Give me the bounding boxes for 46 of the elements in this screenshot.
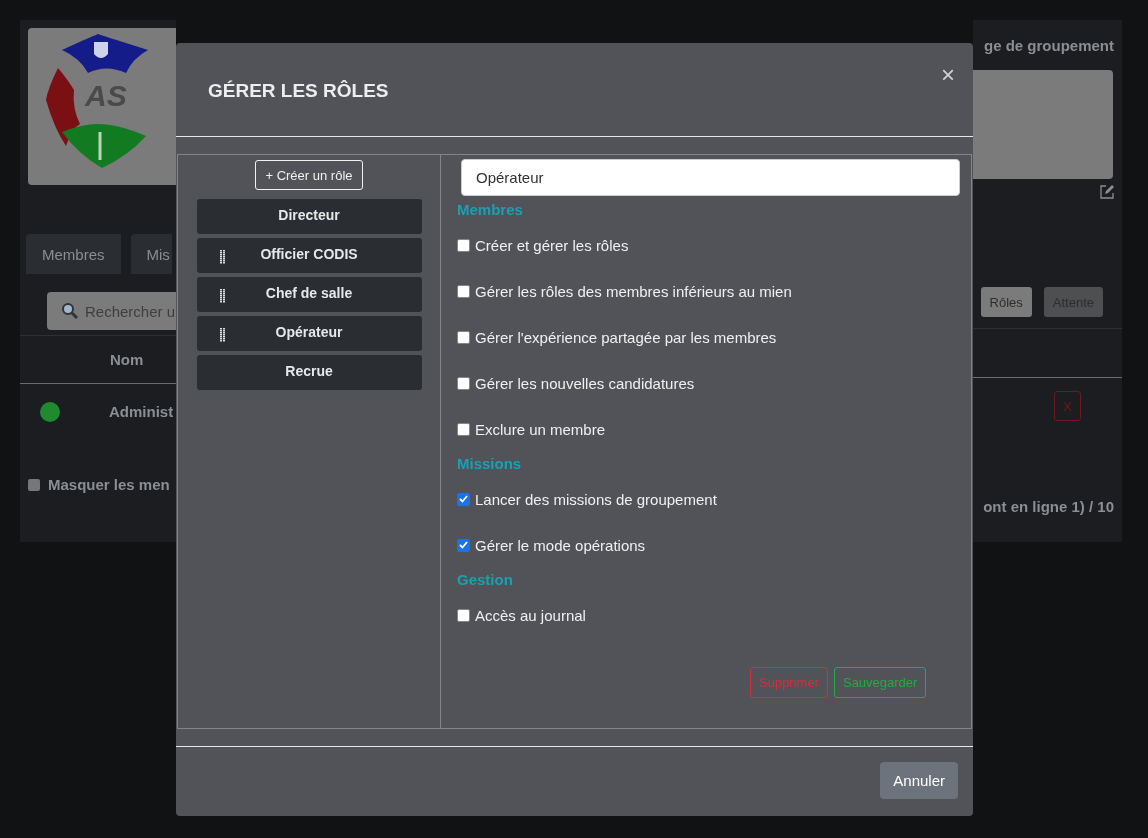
checkbox[interactable] [457, 284, 470, 298]
permission-label: Lancer des missions de groupement [475, 490, 717, 508]
checkbox[interactable] [457, 422, 470, 436]
tab[interactable]: Mis [130, 234, 172, 274]
search-icon [61, 302, 79, 320]
message-field[interactable] [973, 70, 1113, 179]
permission-label: Accès au journal [475, 606, 586, 624]
tab[interactable]: Membres [26, 234, 121, 274]
column-header: Nom [109, 350, 145, 370]
close-button[interactable]: × [941, 62, 955, 87]
checkbox[interactable] [457, 376, 470, 390]
member-count: ont en ligne 1) / 10 [983, 498, 1114, 515]
permission-label: Créer et gérer les rôles [475, 236, 629, 254]
modal-title: GÉRER LES RÔLES [208, 79, 389, 102]
section-heading: Missions [457, 454, 523, 474]
member-name: Administ [109, 403, 174, 420]
checkbox[interactable] [457, 608, 470, 622]
role-name-field[interactable]: Opérateur [461, 159, 960, 196]
checkbox[interactable] [457, 538, 470, 552]
edit-icon[interactable] [1100, 185, 1114, 199]
role-item[interactable]: Opérateur [196, 316, 422, 351]
section-heading: Gestion [457, 570, 514, 590]
section-heading: Membres [457, 200, 524, 220]
filter-button[interactable]: Rôles [980, 287, 1032, 317]
permission-label: Gérer les nouvelles candidatures [475, 374, 695, 392]
role-item[interactable]: Recrue [196, 355, 422, 390]
checkbox-label: Masquer les men [48, 476, 170, 493]
role-item[interactable]: Chef de salle [196, 277, 422, 312]
permission-label: Gérer l'expérience partagée par les membres [475, 328, 777, 346]
permission-label: Exclure un membre [475, 420, 606, 438]
checkbox[interactable] [457, 330, 470, 344]
role-item[interactable]: Officier CODIS [196, 238, 422, 273]
checkbox[interactable] [28, 478, 40, 491]
drag-handle-icon[interactable] [219, 250, 225, 264]
permission-label: Gérer le mode opérations [475, 536, 646, 554]
search-field[interactable]: Rechercher u [47, 292, 176, 330]
drag-handle-icon[interactable] [219, 328, 225, 342]
cancel-button[interactable]: Annuler [880, 761, 958, 799]
checkbox[interactable] [457, 238, 470, 252]
role-item[interactable]: Directeur [196, 199, 422, 234]
checkbox[interactable] [457, 492, 470, 506]
drag-handle-icon[interactable] [219, 289, 225, 303]
section-heading: ge de groupement [984, 37, 1114, 54]
create-role-button[interactable]: + Créer un rôle [255, 160, 363, 190]
permission-label: Gérer les rôles des membres inférieurs au mien [475, 282, 792, 300]
save-button[interactable]: Sauvegarder [833, 667, 927, 698]
